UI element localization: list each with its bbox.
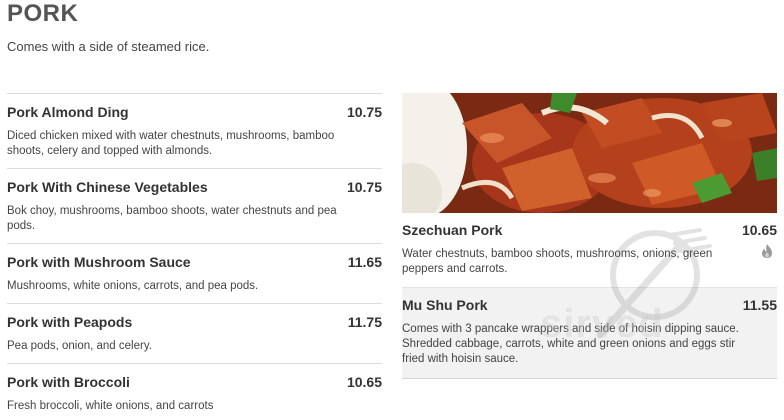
menu-item-description: Diced chicken mixed with water chestnuts… <box>7 130 335 157</box>
menu-item-description: Fresh broccoli, white onions, and carrot… <box>7 400 214 412</box>
menu-item-name: Pork with Peapods <box>7 314 133 330</box>
section-subtitle: Comes with a side of steamed rice. <box>7 39 210 54</box>
section-title: PORK <box>7 0 79 27</box>
menu-item-price: 11.55 <box>742 297 777 313</box>
menu-item-price: 10.65 <box>346 374 382 390</box>
menu-item-description: Bok choy, mushrooms, bamboo shoots, wate… <box>7 205 337 232</box>
menu-item-name: Pork With Chinese Vegetables <box>7 179 208 195</box>
menu-list-left: Pork Almond Ding 10.75 Diced chicken mix… <box>7 93 382 420</box>
menu-page: PORK Comes with a side of steamed rice. … <box>0 0 784 420</box>
menu-item-name: Pork with Broccoli <box>7 374 130 390</box>
menu-item[interactable]: Pork with Mushroom Sauce 11.65 Mushrooms… <box>7 243 382 303</box>
menu-item-price: 11.65 <box>347 254 382 270</box>
menu-item-name: Pork Almond Ding <box>7 104 129 120</box>
menu-item-name: Pork with Mushroom Sauce <box>7 254 191 270</box>
menu-item[interactable]: Pork Almond Ding 10.75 Diced chicken mix… <box>7 93 382 168</box>
menu-item-description: Pea pods, onion, and celery. <box>7 340 152 352</box>
menu-item[interactable]: Pork with Broccoli 10.65 Fresh broccoli,… <box>7 363 382 420</box>
menu-item-description: Water chestnuts, bamboo shoots, mushroom… <box>402 248 713 275</box>
menu-item-name: Mu Shu Pork <box>402 297 488 313</box>
menu-item-price: 10.65 <box>741 222 777 238</box>
menu-item-description: Mushrooms, white onions, carrots, and pe… <box>7 280 259 292</box>
menu-item-price: 11.75 <box>347 314 382 330</box>
watermark-text: sirved <box>540 302 664 346</box>
menu-item[interactable]: Pork With Chinese Vegetables 10.75 Bok c… <box>7 168 382 243</box>
menu-item-price: 10.75 <box>346 179 382 195</box>
menu-item-price: 10.75 <box>346 104 382 120</box>
spicy-flame-icon <box>762 244 772 258</box>
menu-item-name: Szechuan Pork <box>402 222 503 238</box>
menu-item[interactable]: Pork with Peapods 11.75 Pea pods, onion,… <box>7 303 382 363</box>
menu-item[interactable]: Szechuan Pork 10.65 Water chestnuts, bam… <box>402 213 777 287</box>
food-photo[interactable] <box>402 93 777 213</box>
